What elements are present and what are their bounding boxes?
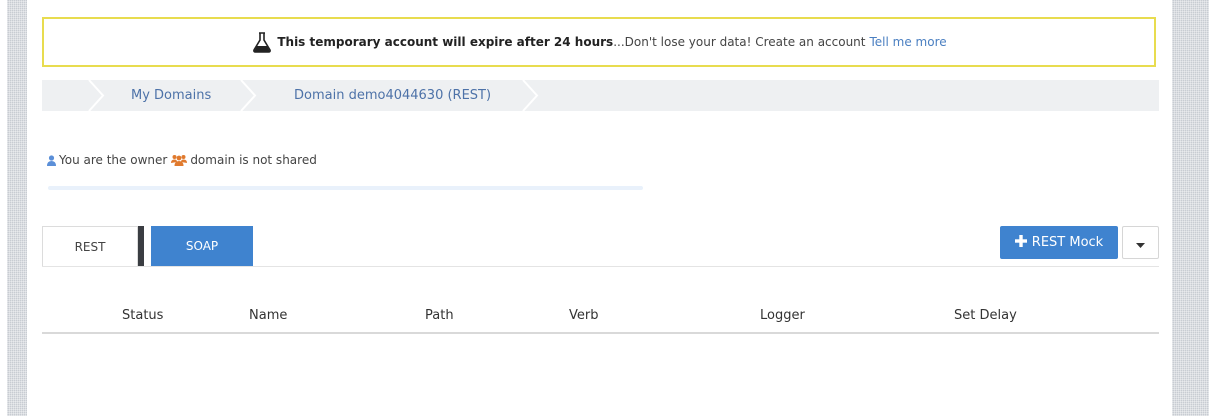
tab-soap[interactable]: SOAP: [151, 226, 253, 266]
column-header-status[interactable]: Status: [122, 308, 163, 323]
plus-icon: [1014, 234, 1027, 251]
breadcrumb-separator-icon: [240, 80, 257, 111]
breadcrumb: My Domains Domain demo4044630 (REST): [42, 80, 1159, 111]
column-header-logger[interactable]: Logger: [760, 308, 805, 323]
tab-divider: [138, 226, 144, 266]
right-scrollbar-track[interactable]: [1172, 0, 1209, 416]
flask-icon: [251, 31, 273, 53]
tell-me-more-link[interactable]: Tell me more: [870, 35, 947, 49]
shared-text: domain is not shared: [190, 153, 317, 167]
left-side-strip: [7, 0, 27, 416]
add-rest-mock-button[interactable]: REST Mock: [1000, 226, 1118, 259]
users-icon: [171, 154, 188, 166]
table-header-divider: [42, 332, 1159, 334]
ownership-info: You are the owner domain is not shared: [47, 153, 317, 167]
column-header-name[interactable]: Name: [249, 308, 287, 323]
user-icon: [47, 154, 56, 166]
banner-bold-text: This temporary account will expire after…: [277, 35, 614, 49]
column-header-verb[interactable]: Verb: [569, 308, 598, 323]
banner-message: ...Don't lose your data! Create an accou…: [613, 35, 866, 49]
progress-bar: [48, 186, 643, 190]
breadcrumb-separator-icon: [522, 80, 539, 111]
mock-options-dropdown[interactable]: [1122, 226, 1159, 259]
table-header: Status Name Path Verb Logger Set Delay: [42, 300, 1159, 332]
breadcrumb-item-my-domains[interactable]: My Domains: [131, 80, 211, 111]
caret-down-icon: [1136, 233, 1145, 252]
column-header-path[interactable]: Path: [425, 308, 454, 323]
tab-rest[interactable]: REST: [42, 226, 138, 266]
column-header-set-delay[interactable]: Set Delay: [954, 308, 1017, 323]
tab-underline: [42, 266, 1159, 267]
breadcrumb-separator-icon: [88, 80, 105, 111]
add-rest-mock-label: REST Mock: [1031, 235, 1104, 250]
owner-text: You are the owner: [59, 153, 168, 167]
breadcrumb-item-domain[interactable]: Domain demo4044630 (REST): [294, 80, 491, 111]
expiry-banner: This temporary account will expire after…: [42, 17, 1156, 67]
